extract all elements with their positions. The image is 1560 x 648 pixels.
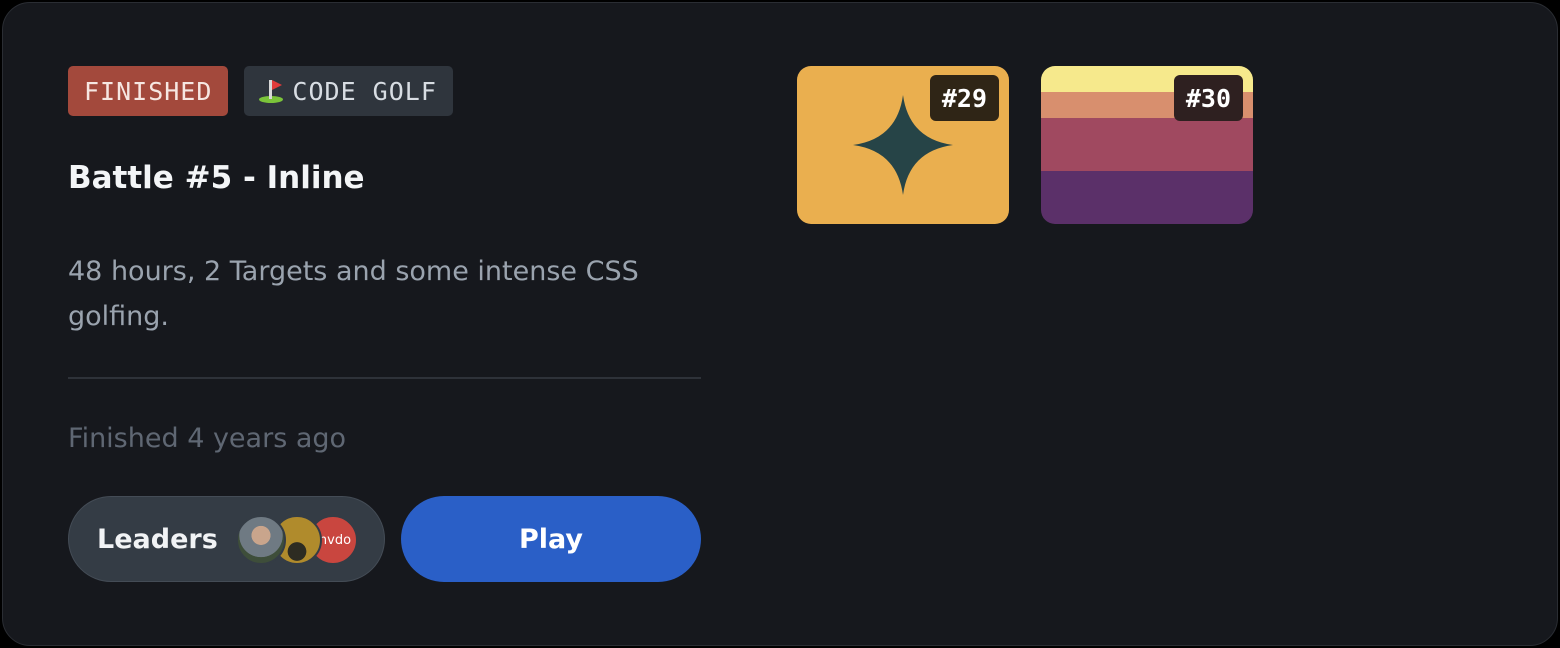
- avatar-text: nvdo: [318, 532, 352, 548]
- stripe-3: [1041, 118, 1253, 171]
- category-label: CODE GOLF: [292, 76, 437, 106]
- leader-avatars: nvdo: [236, 515, 358, 565]
- finished-time: Finished 4 years ago: [68, 423, 347, 454]
- target-number-badge: #29: [929, 75, 999, 121]
- divider: [68, 377, 701, 379]
- tag-row: FINISHED CODE GOLF: [68, 66, 453, 116]
- target-29-thumbnail[interactable]: #29: [797, 66, 1009, 224]
- category-badge: CODE GOLF: [244, 66, 453, 116]
- stripe-4: [1041, 171, 1253, 224]
- target-number-badge: #30: [1173, 75, 1243, 121]
- leader-avatar-1: [236, 515, 286, 565]
- golf-flag-icon: [258, 78, 284, 104]
- target-30-thumbnail[interactable]: #30: [1041, 66, 1253, 224]
- battle-title: Battle #5 - Inline: [68, 160, 365, 196]
- battle-description: 48 hours, 2 Targets and some intense CSS…: [68, 256, 639, 332]
- play-button[interactable]: Play: [401, 496, 701, 582]
- status-badge: FINISHED: [68, 66, 229, 116]
- leaders-button[interactable]: Leaders nvdo: [68, 496, 385, 582]
- leaders-label: Leaders: [97, 523, 218, 555]
- battle-card: FINISHED CODE GOLF Battle #5 - Inline 48…: [2, 2, 1558, 646]
